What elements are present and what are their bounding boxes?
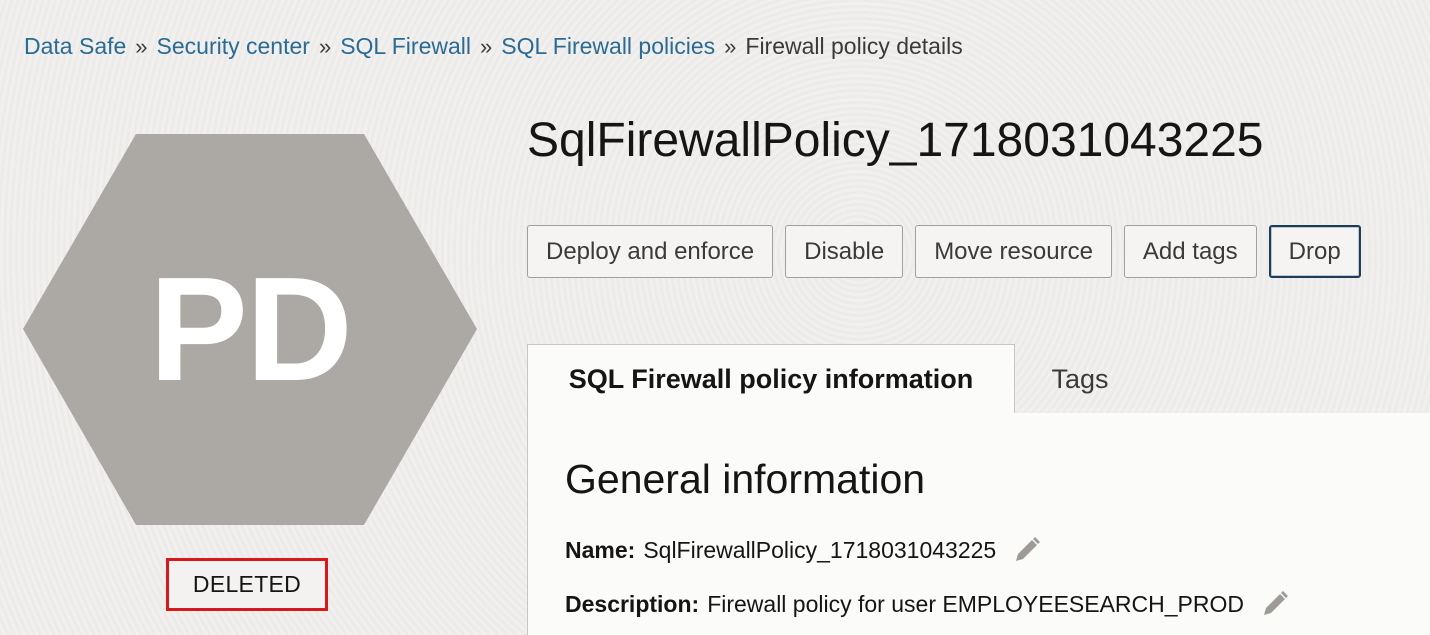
move-resource-button[interactable]: Move resource — [915, 225, 1112, 278]
breadcrumb-separator: » — [724, 33, 737, 59]
breadcrumb-link-sql-firewall-policies[interactable]: SQL Firewall policies — [501, 33, 715, 60]
add-tags-button[interactable]: Add tags — [1123, 225, 1257, 278]
breadcrumb-separator: » — [135, 33, 148, 59]
description-label: Description: — [565, 590, 700, 617]
breadcrumb-current: Firewall policy details — [745, 33, 963, 59]
status-badge: DELETED — [166, 558, 328, 611]
pencil-icon[interactable] — [1012, 535, 1042, 565]
section-title: General information — [565, 456, 926, 502]
breadcrumb-separator: » — [318, 33, 332, 59]
tab-tags[interactable]: Tags — [1015, 344, 1145, 414]
breadcrumb-link-sql-firewall[interactable]: SQL Firewall — [340, 33, 471, 60]
drop-button[interactable]: Drop — [1268, 225, 1361, 278]
tab-bar: SQL Firewall policy information Tags — [527, 344, 1430, 414]
pencil-icon[interactable] — [1260, 589, 1290, 619]
resource-initials: PD — [149, 246, 353, 412]
disable-button[interactable]: Disable — [785, 225, 904, 278]
general-information-panel: General information Name: SqlFirewallPol… — [527, 413, 1430, 635]
description-field: Description: Firewall policy for user EM… — [565, 589, 1290, 619]
description-value: Firewall policy for user EMPLOYEESEARCH_… — [707, 590, 1245, 617]
name-field: Name: SqlFirewallPolicy_1718031043225 — [565, 535, 1042, 565]
tab-sql-firewall-policy-information[interactable]: SQL Firewall policy information — [527, 344, 1015, 414]
resource-badge: PD — [23, 134, 477, 525]
name-value: SqlFirewallPolicy_1718031043225 — [643, 536, 997, 563]
deploy-and-enforce-button[interactable]: Deploy and enforce — [527, 225, 774, 278]
breadcrumb-separator: » — [480, 33, 493, 59]
action-toolbar: Deploy and enforce Disable Move resource… — [527, 225, 1361, 278]
name-label: Name: — [565, 536, 636, 563]
breadcrumb-link-security-center[interactable]: Security center — [157, 33, 310, 60]
breadcrumb: Data Safe » Security center » SQL Firewa… — [24, 33, 963, 60]
page-title: SqlFirewallPolicy_1718031043225 — [527, 114, 1264, 167]
breadcrumb-link-data-safe[interactable]: Data Safe — [24, 33, 126, 60]
